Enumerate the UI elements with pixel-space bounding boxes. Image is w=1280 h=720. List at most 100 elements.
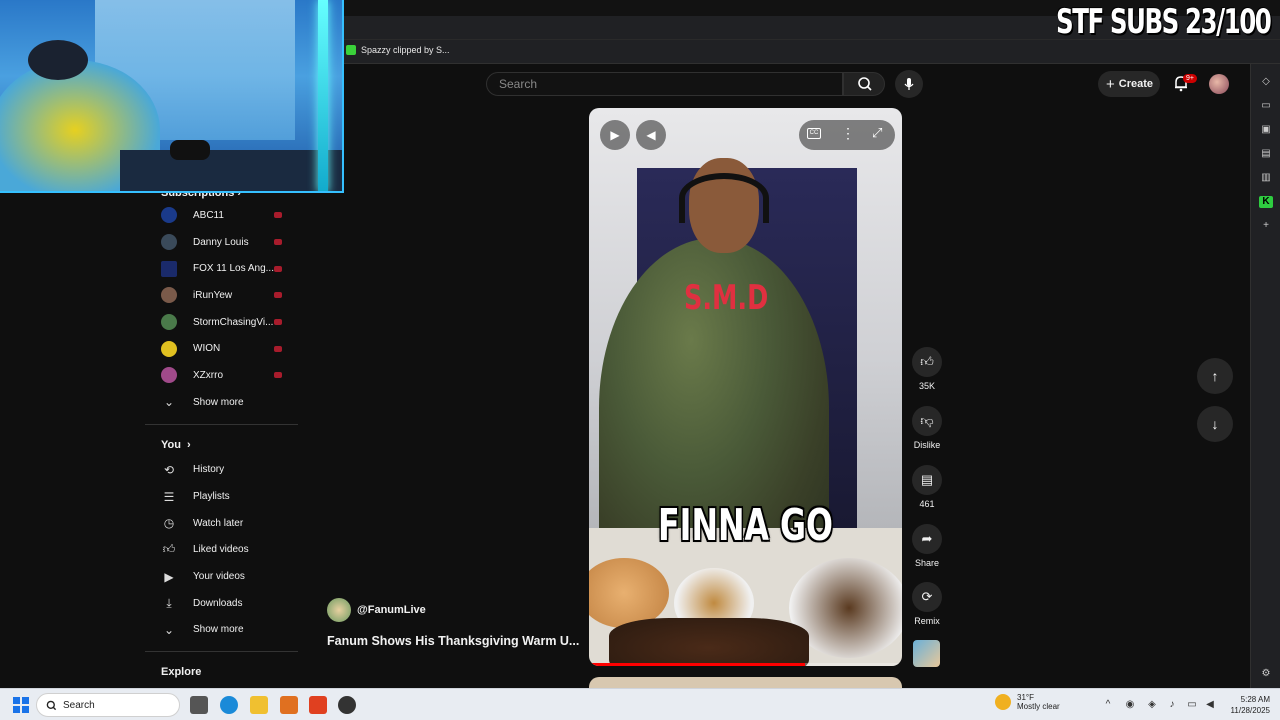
sidebar-item-playlists[interactable]: ☰ Playlists bbox=[145, 483, 298, 510]
sidebar-item-liked-videos[interactable]: 👍︎ Liked videos bbox=[145, 537, 298, 564]
share-button[interactable]: ➦ Share bbox=[911, 524, 943, 568]
guide-sidebar: Subscriptions › ABC11 Danny Louis FOX 11… bbox=[145, 184, 298, 688]
playlists-icon: ☰ bbox=[163, 489, 175, 504]
sidebar-item-label: Liked videos bbox=[193, 544, 249, 556]
history-icon: ⟲ bbox=[163, 462, 175, 477]
sidebar-item-downloads[interactable]: ⤓ Downloads bbox=[145, 590, 298, 617]
food-plate bbox=[609, 618, 809, 666]
video-caption: FINNA GO bbox=[658, 500, 833, 551]
taskbar-search[interactable]: Search bbox=[36, 693, 180, 717]
show-more-you-button[interactable]: ⌄ Show more bbox=[145, 617, 298, 644]
you-section-heading[interactable]: You › bbox=[145, 433, 298, 457]
sidebar-tool-icon[interactable]: ▤ bbox=[1259, 148, 1273, 160]
bookmark-label: Spazzy clipped by S... bbox=[361, 45, 450, 55]
sidebar-item-history[interactable]: ⟲ History bbox=[145, 457, 298, 484]
settings-gear-icon[interactable]: ⚙ bbox=[1259, 668, 1273, 680]
sidebar-item-label: Watch later bbox=[193, 517, 244, 529]
channel-avatar bbox=[327, 598, 351, 622]
channel-avatar bbox=[161, 260, 177, 277]
play-button[interactable]: ▶ bbox=[600, 120, 630, 150]
tray-chevron-up-icon[interactable]: ^ bbox=[1102, 699, 1114, 711]
previous-short-button[interactable]: ↑ bbox=[1197, 358, 1233, 394]
channel-name: Danny Louis bbox=[193, 236, 249, 248]
network-icon[interactable]: ▭ bbox=[1186, 699, 1198, 711]
channel-avatar bbox=[161, 234, 177, 251]
webcam-overlay bbox=[0, 0, 344, 193]
captions-icon[interactable]: CC bbox=[807, 128, 821, 139]
comments-button[interactable]: ▤ 461 bbox=[911, 465, 943, 509]
search-icon bbox=[46, 700, 57, 711]
live-indicator-icon bbox=[274, 345, 282, 352]
dislike-label: Dislike bbox=[913, 440, 941, 450]
search-icon bbox=[858, 77, 872, 91]
bookmark-favicon-icon bbox=[346, 45, 356, 55]
explore-heading: Explore bbox=[161, 666, 202, 679]
channel-avatar bbox=[161, 367, 177, 384]
channel-avatar bbox=[161, 314, 177, 331]
clock-date: 11/28/2025 bbox=[1230, 706, 1270, 715]
voice-search-button[interactable] bbox=[895, 70, 923, 98]
remix-button[interactable]: ⟳ Remix bbox=[911, 582, 943, 626]
channel-name: WION bbox=[193, 343, 221, 355]
dislike-button[interactable]: 👎︎ Dislike bbox=[911, 406, 943, 450]
sidebar-channel-xzxrro[interactable]: XZxrro bbox=[145, 362, 298, 389]
search-input[interactable]: Search bbox=[486, 72, 843, 96]
tray-app-icon[interactable]: ◈ bbox=[1146, 699, 1158, 711]
microphone-icon[interactable]: ♪ bbox=[1166, 699, 1178, 711]
next-short-button[interactable]: ↓ bbox=[1197, 406, 1233, 442]
sidebar-tool-icon[interactable]: ▭ bbox=[1259, 100, 1273, 112]
short-title[interactable]: Fanum Shows His Thanksgiving Warm U... bbox=[327, 634, 579, 648]
system-clock[interactable]: 5:28 AM 11/28/2025 bbox=[1224, 694, 1270, 716]
webcam-desk bbox=[120, 150, 342, 191]
account-avatar[interactable] bbox=[1209, 74, 1229, 94]
volume-icon[interactable]: ◀ bbox=[1204, 699, 1216, 711]
short-channel[interactable]: @FanumLive bbox=[327, 598, 426, 622]
brave-browser-icon[interactable] bbox=[309, 696, 327, 714]
kick-icon[interactable]: K bbox=[1259, 196, 1273, 208]
bookmark-item[interactable]: Spazzy clipped by S... bbox=[346, 45, 450, 55]
windows-taskbar: Search 31°F Mostly clear ^ ◉ ◈ ♪ ▭ ◀ 5:2… bbox=[0, 688, 1280, 720]
sidebar-channel-stormchasing[interactable]: StormChasingVi... bbox=[145, 309, 298, 336]
chevron-right-icon: › bbox=[186, 438, 191, 451]
sidebar-channel-wion[interactable]: WION bbox=[145, 335, 298, 362]
create-button[interactable]: + Create bbox=[1098, 71, 1160, 97]
tray-app-icon[interactable]: ◉ bbox=[1124, 699, 1136, 711]
weather-widget[interactable]: 31°F Mostly clear bbox=[995, 693, 1060, 711]
create-label: Create bbox=[1118, 78, 1154, 90]
webcam-streamer-hair bbox=[28, 40, 88, 80]
thumb-up-icon: 👍︎ bbox=[912, 347, 942, 377]
shorts-video-player[interactable]: S.M.D FINNA GO ▶ ◀ CC ⋮ ⤢ bbox=[589, 108, 902, 666]
app-icon[interactable] bbox=[280, 696, 298, 714]
thumb-up-icon: 👍︎ bbox=[162, 542, 176, 557]
windows-start-icon[interactable] bbox=[13, 697, 29, 713]
like-button[interactable]: 👍︎ 35K bbox=[911, 347, 943, 391]
sidebar-item-your-videos[interactable]: ▶ Your videos bbox=[145, 563, 298, 590]
video-icon: ▶ bbox=[164, 569, 174, 584]
task-view-icon[interactable] bbox=[190, 696, 208, 714]
obs-icon[interactable] bbox=[338, 696, 356, 714]
search-button[interactable] bbox=[843, 72, 885, 96]
file-explorer-icon[interactable] bbox=[250, 696, 268, 714]
add-icon[interactable]: + bbox=[1259, 220, 1273, 232]
edge-icon[interactable] bbox=[220, 696, 238, 714]
weather-moon-icon bbox=[995, 694, 1011, 710]
sidebar-channel-danny-louis[interactable]: Danny Louis bbox=[145, 229, 298, 256]
sidebar-item-watch-later[interactable]: ◷ Watch later bbox=[145, 510, 298, 537]
sidebar-tool-icon[interactable]: ◇ bbox=[1259, 76, 1273, 88]
volume-button[interactable]: ◀ bbox=[636, 120, 666, 150]
sidebar-channel-fox11[interactable]: FOX 11 Los Ang... bbox=[145, 255, 298, 282]
more-options-icon[interactable]: ⋮ bbox=[841, 125, 855, 142]
headset-graphic bbox=[679, 173, 769, 223]
sound-thumbnail[interactable] bbox=[913, 640, 940, 667]
show-more-subscriptions-button[interactable]: ⌄ Show more bbox=[145, 389, 298, 416]
channel-name: XZxrro bbox=[193, 369, 223, 381]
sidebar-tool-icon[interactable]: ▣ bbox=[1259, 124, 1273, 136]
sidebar-channel-abc11[interactable]: ABC11 bbox=[145, 202, 298, 229]
share-icon: ➦ bbox=[912, 524, 942, 554]
next-short-preview[interactable] bbox=[589, 677, 902, 688]
remix-label: Remix bbox=[914, 616, 940, 626]
sidebar-channel-irunyew[interactable]: iRunYew bbox=[145, 282, 298, 309]
sidebar-tool-icon[interactable]: ▥ bbox=[1259, 172, 1273, 184]
video-progress-bar[interactable] bbox=[589, 663, 902, 666]
fullscreen-icon[interactable]: ⤢ bbox=[872, 125, 882, 141]
